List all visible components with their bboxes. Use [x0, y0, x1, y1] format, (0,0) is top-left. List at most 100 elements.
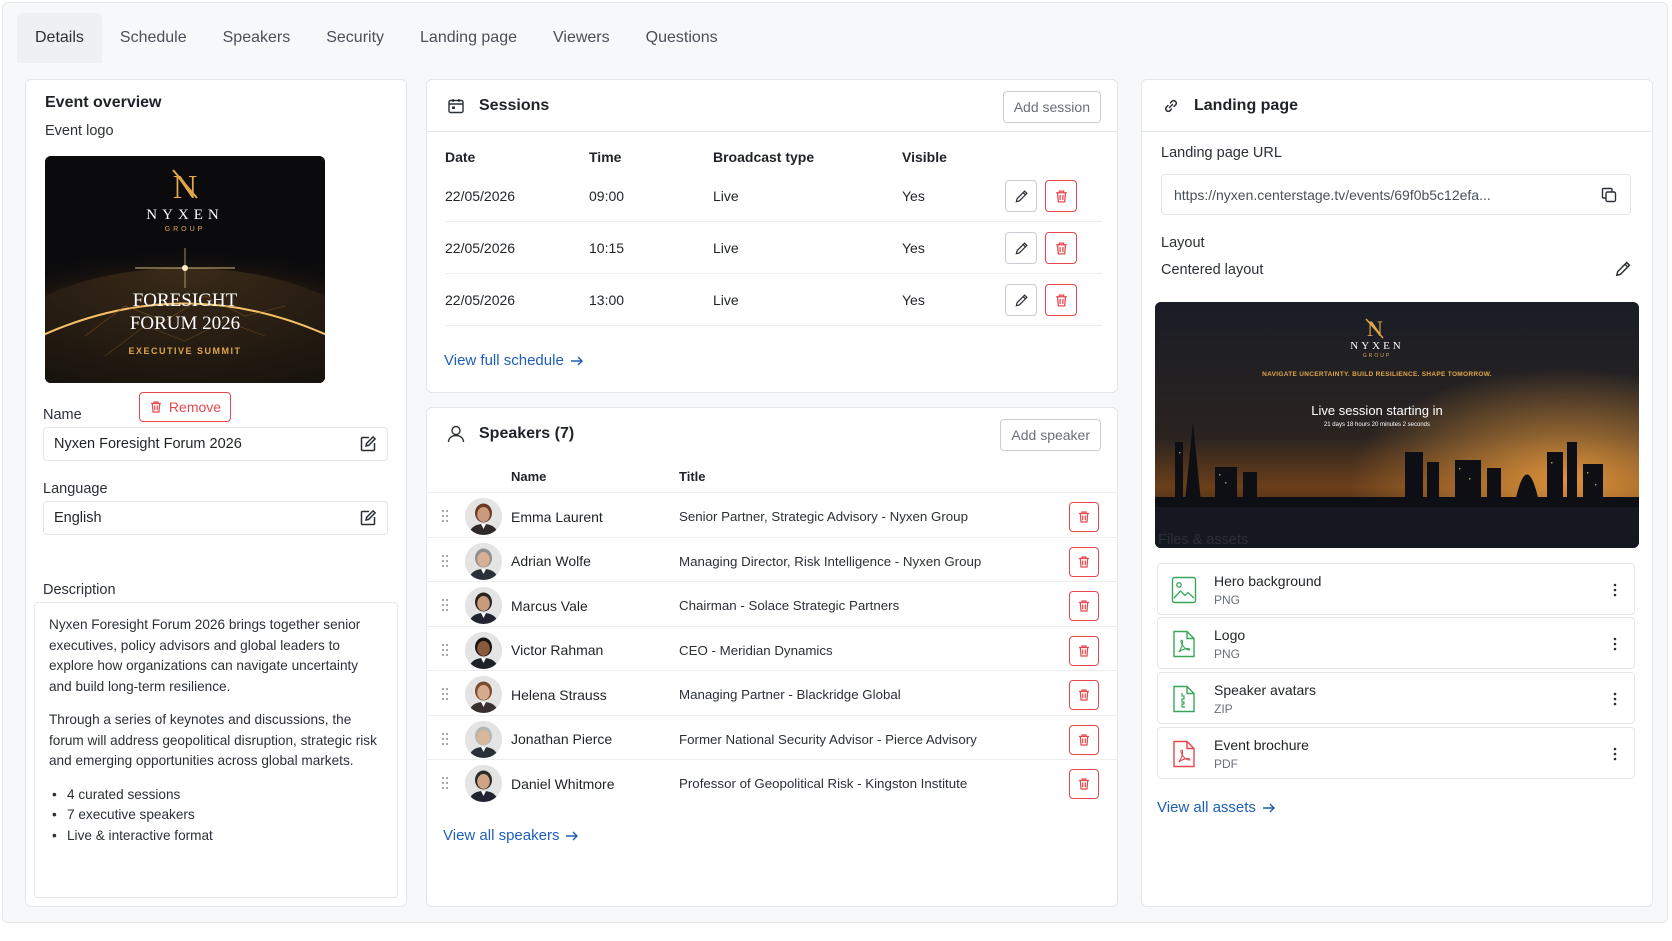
delete-speaker-button[interactable] [1069, 546, 1099, 577]
description-label: Description [43, 582, 116, 598]
preview-brand: NYXEN [1350, 340, 1404, 352]
add-speaker-button[interactable]: Add speaker [1000, 419, 1101, 451]
session-time: 10:15 [589, 240, 625, 256]
asset-name: Hero background [1214, 573, 1322, 589]
delete-session-button[interactable] [1045, 284, 1077, 316]
drag-handle-icon[interactable] [441, 686, 449, 702]
speakers-card: Speakers (7) Add speaker Name Title Emma… [426, 407, 1118, 907]
asset-type: PDF [1214, 757, 1238, 771]
drag-handle-icon[interactable] [441, 508, 449, 524]
tab-schedule[interactable]: Schedule [102, 13, 205, 63]
layout-label: Layout [1161, 235, 1205, 251]
delete-speaker-button[interactable] [1069, 769, 1099, 799]
speaker-title: Senior Partner, Strategic Advisory - Nyx… [679, 509, 968, 524]
trash-icon [1079, 511, 1089, 523]
trash-icon [1079, 644, 1089, 657]
edit-session-button[interactable] [1005, 232, 1037, 264]
preview-countdown-value: 21 days 18 hours 20 minutes 2 seconds [1323, 422, 1431, 428]
trash-icon [150, 401, 161, 413]
asset-item[interactable]: Speaker avatars ZIP [1157, 672, 1635, 724]
session-visible: Yes [902, 240, 925, 256]
delete-speaker-button[interactable] [1069, 724, 1099, 755]
logo-brand: NYXEN [146, 207, 224, 223]
arrow-right-icon [1262, 803, 1275, 812]
session-visible: Yes [902, 292, 925, 308]
drag-handle-icon[interactable] [441, 731, 449, 747]
delete-speaker-button[interactable] [1069, 680, 1099, 710]
drag-handle-icon[interactable] [441, 553, 449, 569]
landing-page-preview[interactable]: N NYXEN GROUP NAVIGATE UNCERTAINTY. BUIL… [1155, 302, 1639, 548]
drag-handle-icon[interactable] [441, 775, 449, 791]
speaker-name: Adrian Wolfe [511, 553, 591, 569]
sessions-title: Sessions [479, 96, 550, 114]
asset-item[interactable]: Logo PNG [1157, 617, 1635, 669]
copy-icon[interactable] [1600, 186, 1618, 204]
avatar [465, 676, 502, 713]
description-paragraph-2: Through a series of keynotes and discuss… [49, 712, 377, 768]
pencil-icon [1015, 189, 1028, 202]
speaker-title: Chairman - Solace Strategic Partners [679, 598, 900, 613]
more-vertical-icon[interactable] [1608, 687, 1622, 711]
trash-icon [1079, 689, 1089, 701]
pencil-icon [1015, 241, 1028, 254]
view-all-speakers-link[interactable]: View all speakers [443, 827, 579, 844]
name-field[interactable]: Nyxen Foresight Forum 2026 [43, 427, 388, 461]
edit-session-button[interactable] [1005, 180, 1037, 212]
preview-countdown-title: Live session starting in [1311, 403, 1443, 418]
landing-url-label: Landing page URL [1161, 145, 1282, 161]
speaker-name: Emma Laurent [511, 508, 603, 525]
description-box[interactable]: Nyxen Foresight Forum 2026 brings togeth… [34, 602, 398, 898]
edit-session-button[interactable] [1005, 284, 1037, 316]
trash-icon [1055, 294, 1067, 306]
asset-item[interactable]: Event brochure PDF [1157, 727, 1635, 779]
tab-details[interactable]: Details [17, 13, 102, 63]
speaker-row: Helena Strauss Managing Partner - Blackri… [427, 670, 1117, 717]
landing-url-field[interactable]: https://nyxen.centerstage.tv/events/69f0… [1161, 174, 1631, 215]
speaker-row: Victor Rahman CEO - Meridian Dynamics [427, 625, 1117, 673]
session-date: 22/05/2026 [445, 292, 516, 308]
speaker-name: Marcus Vale [511, 597, 588, 614]
more-vertical-icon[interactable] [1608, 578, 1622, 602]
delete-speaker-button[interactable] [1069, 591, 1099, 621]
session-row: 22/05/2026 10:15 Live Yes [445, 222, 1102, 274]
description-bullet: 7 executive speakers [49, 805, 383, 826]
remove-logo-button[interactable]: Remove [139, 392, 231, 422]
tab-landing-page[interactable]: Landing page [402, 13, 535, 63]
edit-icon[interactable] [359, 435, 377, 453]
column-header-name: Name [511, 469, 547, 484]
drag-handle-icon[interactable] [441, 642, 449, 658]
add-session-button[interactable]: Add session [1002, 91, 1101, 123]
pencil-icon [1015, 293, 1028, 306]
asset-name: Event brochure [1214, 737, 1309, 753]
more-vertical-icon[interactable] [1608, 742, 1622, 766]
pencil-icon[interactable] [1614, 260, 1632, 278]
edit-icon[interactable] [359, 509, 377, 527]
speaker-row: Marcus Vale Chairman - Solace Strategic P… [427, 581, 1117, 628]
tab-security[interactable]: Security [308, 13, 402, 63]
delete-session-button[interactable] [1045, 232, 1077, 264]
avatar [465, 587, 502, 624]
layout-value: Centered layout [1161, 262, 1264, 278]
remove-logo-label: Remove [168, 399, 222, 415]
tab-questions[interactable]: Questions [628, 13, 736, 63]
delete-session-button[interactable] [1045, 180, 1077, 212]
delete-speaker-button[interactable] [1069, 502, 1099, 532]
view-full-schedule-link[interactable]: View full schedule [444, 352, 584, 369]
speaker-title: Managing Director, Risk Intelligence - N… [679, 553, 982, 569]
drag-handle-icon[interactable] [441, 597, 449, 613]
language-field[interactable]: English [43, 501, 388, 535]
column-header-visible: Visible [902, 149, 947, 165]
logo-group: GROUP [165, 226, 206, 233]
view-all-assets-link[interactable]: View all assets [1157, 799, 1276, 816]
asset-item[interactable]: Hero background PNG [1157, 563, 1635, 615]
arrow-right-icon [566, 831, 579, 840]
delete-speaker-button[interactable] [1069, 635, 1099, 666]
more-vertical-icon[interactable] [1608, 632, 1622, 656]
tab-speakers[interactable]: Speakers [205, 13, 309, 63]
trash-icon [1079, 733, 1089, 746]
session-type: Live [713, 292, 739, 308]
column-header-time: Time [589, 149, 622, 165]
zip-file-icon [1173, 685, 1195, 713]
landing-page-header: Landing page [1142, 80, 1652, 132]
tab-viewers[interactable]: Viewers [535, 13, 628, 63]
